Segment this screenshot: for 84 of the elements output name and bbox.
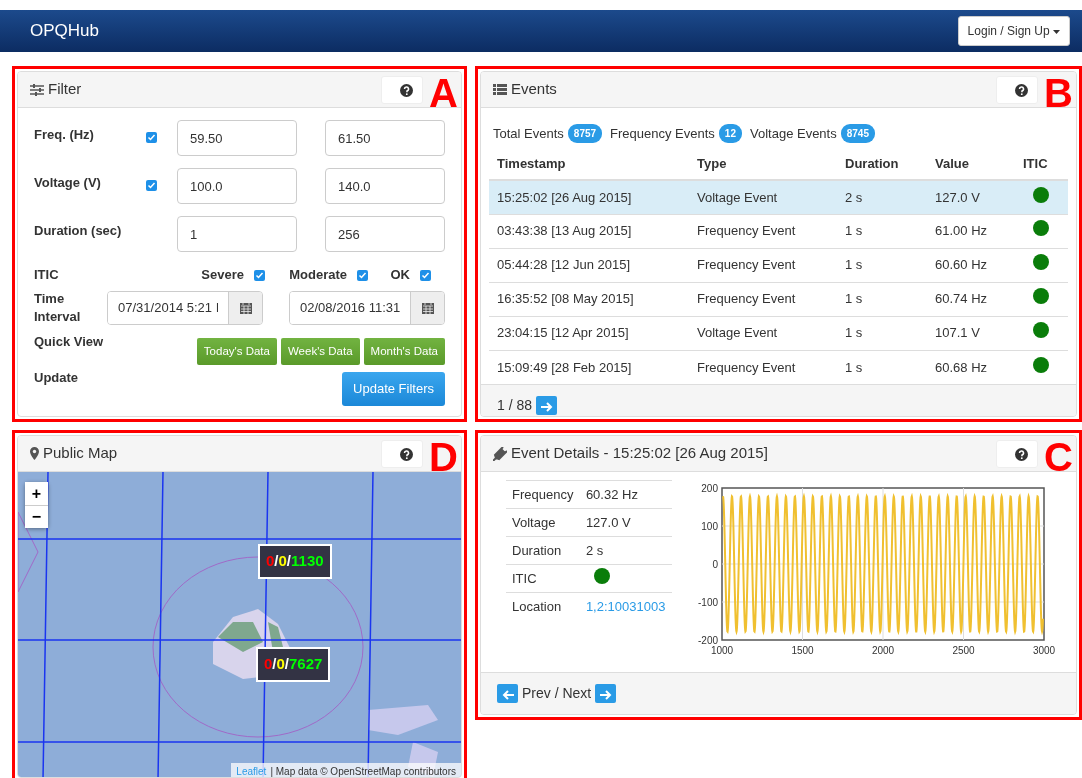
count-badge: 8745 <box>840 124 875 144</box>
zoom-in-button[interactable]: + <box>25 482 48 505</box>
field-value: 60.32 Hz <box>585 486 638 502</box>
annotation-letter: C <box>1044 437 1073 477</box>
table-cell: Voltage Event <box>689 180 837 214</box>
field-label: Quick View <box>34 333 105 351</box>
option-label: Moderate <box>288 266 347 285</box>
table-cell: 107.1 V <box>927 316 1015 350</box>
panel-title: Events <box>511 79 557 100</box>
min-input[interactable]: 59.50 <box>177 120 297 156</box>
axis-tick-label: 3000 <box>1032 645 1056 656</box>
field-label: Voltage <box>506 508 580 537</box>
field-label: Freq. (Hz) <box>34 126 95 144</box>
table-cell: 127.0 V <box>927 180 1015 214</box>
table-row[interactable]: 15:25:02 [26 Aug 2015] Voltage Event 2 s 127.0 V <box>489 180 1068 214</box>
panel-title: Filter <box>48 79 82 100</box>
axis-tick-label: 0 <box>712 559 718 570</box>
table-cell: 1 s <box>837 248 927 282</box>
table-row[interactable]: 16:35:52 [08 May 2015] Frequency Event 1 s 60.74 Hz <box>489 282 1068 316</box>
table-cell: 1 s <box>837 282 927 316</box>
field-label: Duration (sec) <box>34 222 123 240</box>
annotation-letter: D <box>429 437 458 477</box>
axis-tick-label: 200 <box>701 483 718 494</box>
max-input[interactable]: 256 <box>325 216 445 252</box>
table-cell: Frequency Event <box>689 282 837 316</box>
field-label: ITIC <box>34 266 60 285</box>
login-button[interactable]: Login / Sign Up <box>957 16 1070 46</box>
date-field[interactable]: 02/08/2016 11:31 <box>289 291 445 325</box>
cluster-label: 0/0/1130 <box>258 544 332 579</box>
page-indicator: 1 / 88 <box>497 396 533 415</box>
panel-title: Public Map <box>43 443 118 464</box>
count-label: Total Events <box>493 125 564 143</box>
count-badge: 12 <box>718 124 742 144</box>
axis-tick-label: -200 <box>698 635 718 646</box>
table-cell: 16:35:52 [08 May 2015] <box>489 282 689 316</box>
count-label: Voltage Events <box>750 125 837 143</box>
count-badge: 8757 <box>567 124 603 144</box>
cluster-label: 0/0/7627 <box>256 647 331 682</box>
axis-tick-label: 1500 <box>791 645 814 656</box>
annotation-letter: B <box>1044 73 1073 113</box>
zoom-out-button[interactable]: − <box>25 505 48 528</box>
table-cell: 23:04:15 [12 Apr 2015] <box>489 316 689 350</box>
axis-tick-label: 2000 <box>871 645 895 656</box>
option-label: OK <box>389 266 410 285</box>
min-input[interactable]: 1 <box>177 216 297 252</box>
table-row[interactable]: 05:44:28 [12 Jun 2015] Frequency Event 1 s 60.60 Hz <box>489 248 1068 282</box>
option-label: Severe <box>200 266 244 285</box>
table-cell: Frequency Event <box>689 248 837 282</box>
app-brand[interactable]: OPQHub <box>30 18 99 44</box>
axis-tick-label: 100 <box>701 521 718 532</box>
table-cell: 61.00 Hz <box>927 214 1015 248</box>
count-label: Frequency Events <box>610 125 715 143</box>
table-cell: 60.60 Hz <box>927 248 1015 282</box>
table-cell: 03:43:38 [13 Aug 2015] <box>489 214 689 248</box>
max-input[interactable]: 61.50 <box>325 120 445 156</box>
field-label: Frequency <box>506 480 580 509</box>
field-label: Duration <box>506 536 580 565</box>
field-label: Update <box>34 369 79 387</box>
field-label: Time Interval <box>34 290 82 326</box>
min-input[interactable]: 100.0 <box>177 168 297 204</box>
field-value: 2 s <box>585 542 604 558</box>
date-field[interactable]: 07/31/2014 5:21 I <box>107 291 264 325</box>
table-cell: 60.74 Hz <box>927 282 1015 316</box>
annotation-letter: A <box>429 73 458 113</box>
max-input[interactable]: 140.0 <box>325 168 445 204</box>
field-label: Voltage (V) <box>34 174 102 192</box>
table-cell: 1 s <box>837 214 927 248</box>
table-cell: 2 s <box>837 180 927 214</box>
table-row[interactable]: 03:43:38 [13 Aug 2015] Frequency Event 1 s 61.00 Hz <box>489 214 1068 248</box>
axis-tick-label: -100 <box>698 597 718 608</box>
field-label: Location <box>506 592 580 621</box>
pager-label: Prev / Next <box>522 684 592 703</box>
axis-tick-label: 1000 <box>710 645 734 656</box>
table-cell: 1 s <box>837 316 927 350</box>
attribution-text: | Map data © OpenStreetMap contributors <box>270 765 456 777</box>
table-cell: Voltage Event <box>689 316 837 350</box>
table-cell: 05:44:28 [12 Jun 2015] <box>489 248 689 282</box>
panel-title: Event Details - 15:25:02 [26 Aug 2015] <box>511 443 768 464</box>
field-label: ITIC <box>506 564 580 593</box>
axis-tick-label: 2500 <box>952 645 975 656</box>
table-row[interactable]: 23:04:15 [12 Apr 2015] Voltage Event 1 s 107.1 V <box>489 316 1068 350</box>
table-cell: 15:25:02 [26 Aug 2015] <box>489 180 689 214</box>
field-value: 127.0 V <box>585 514 631 530</box>
table-cell: Frequency Event <box>689 214 837 248</box>
